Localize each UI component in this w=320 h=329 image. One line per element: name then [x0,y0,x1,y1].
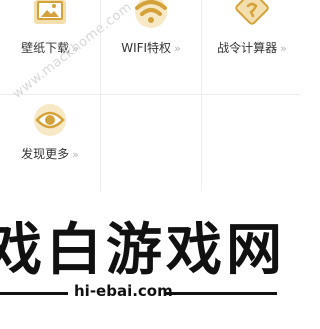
grid-item-text: 战令计算器 [217,41,278,55]
divider-bar [164,292,277,295]
chevron-right-icon: » [72,148,79,161]
grid-item-text: WIFI特权 [121,41,172,55]
site-url-row: hi-ebai.com [0,282,300,301]
brand-wordmark: 戏白游戏网 [0,217,286,283]
feature-grid: 壁纸下载» WIFI特权» 战令计算器» 发现更多 » www.mackhome… [0,0,300,191]
site-logo: 戏白游戏网 hi-ebai.com [0,191,300,329]
grid-item-calculator[interactable]: 战令计算器» [202,0,302,94]
chevron-right-icon: » [174,42,181,55]
wifi-icon [131,0,171,32]
site-url: hi-ebai.com [74,282,173,300]
grid-item-text: 发现更多 [21,147,70,161]
grid-item-label: 战令计算器» [202,39,302,56]
image-icon [32,0,68,32]
divider-bar [0,292,68,295]
diamond-badge-icon [234,0,270,36]
eye-icon [32,103,68,141]
grid-item-label: 发现更多» [0,145,100,162]
grid-item-discover[interactable]: 发现更多» [0,95,100,189]
grid-item-label: WIFI特权» [101,39,201,56]
chevron-right-icon: » [280,42,287,55]
